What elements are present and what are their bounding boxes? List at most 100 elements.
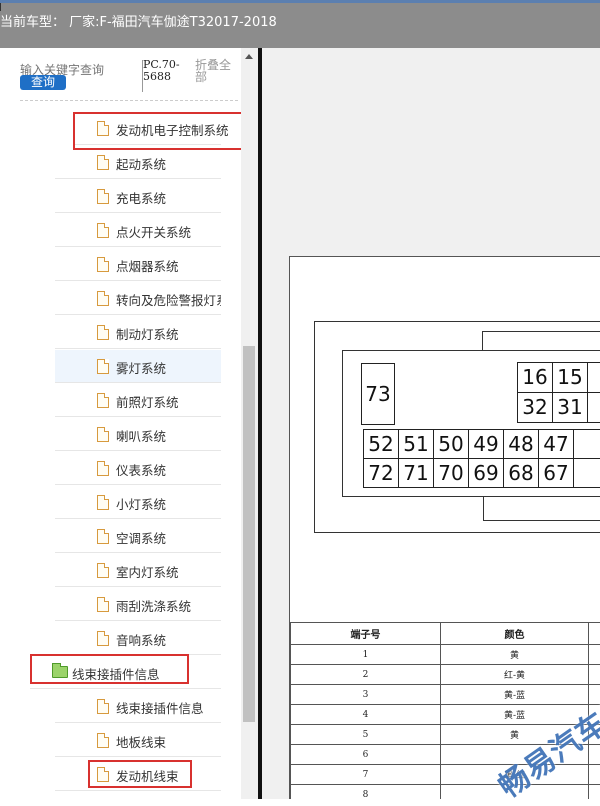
pc-code-label: PC.70-5688 bbox=[143, 59, 189, 83]
tree-item-label: 雨刮洗涤系统 bbox=[116, 596, 191, 615]
tree-item-starting[interactable]: 起动系统 bbox=[55, 146, 221, 179]
connector-pin-partial bbox=[573, 429, 600, 459]
document-icon bbox=[97, 223, 109, 238]
tree-item-label: 音响系统 bbox=[116, 630, 166, 649]
table-row: 8 - - bbox=[291, 785, 600, 800]
tree-item-label: 喇叭系统 bbox=[116, 426, 166, 445]
tree-item-audio[interactable]: 音响系统 bbox=[55, 622, 221, 655]
table-cell: 点 bbox=[589, 665, 600, 685]
connector-pin: 15 bbox=[552, 362, 588, 393]
tree-item-cigarette-lighter[interactable]: 点烟器系统 bbox=[55, 248, 221, 281]
tree-item-label: 空调系统 bbox=[116, 528, 166, 547]
table-cell: 4 bbox=[291, 705, 441, 725]
tree-item-air-conditioning[interactable]: 空调系统 bbox=[55, 520, 221, 553]
column-header-terminal: 端子号 bbox=[291, 623, 441, 645]
table-cell: 黄 bbox=[441, 645, 589, 665]
document-icon bbox=[97, 427, 109, 442]
connector-pin: 31 bbox=[552, 392, 588, 423]
tree-item-fog-light[interactable]: 雾灯系统 bbox=[55, 350, 221, 383]
annotation-box-engine-ecu bbox=[73, 112, 258, 150]
connector-pin: 16 bbox=[517, 362, 553, 393]
tree-item-headlight[interactable]: 前照灯系统 bbox=[55, 384, 221, 417]
table-cell: 7 bbox=[291, 765, 441, 785]
tree-item-turn-hazard[interactable]: 转向及危险警报灯系统 bbox=[55, 282, 221, 315]
tree-item-label: 线束接插件信息 bbox=[116, 698, 204, 717]
document-icon bbox=[97, 189, 109, 204]
window-corner-mark bbox=[0, 3, 4, 11]
table-cell: 黄-蓝 bbox=[441, 685, 589, 705]
annotation-box-harness-folder bbox=[30, 654, 189, 684]
connector-pin: 32 bbox=[517, 392, 553, 423]
tree-item-label: 小灯系统 bbox=[116, 494, 166, 513]
document-icon bbox=[97, 155, 109, 170]
connector-pin: 51 bbox=[398, 429, 434, 459]
current-vehicle-label: 当前车型： 厂家:F-福田汽车伽途T32017-2018 bbox=[0, 11, 277, 30]
document-icon bbox=[97, 291, 109, 306]
tree-item-harness-connector-info[interactable]: 线束接插件信息 bbox=[55, 690, 221, 723]
tree-item-label: 仪表系统 bbox=[116, 460, 166, 479]
collapse-all-link[interactable]: 折叠全部 bbox=[195, 59, 239, 83]
tree-item-label: 起动系统 bbox=[116, 154, 166, 173]
table-cell: IC bbox=[589, 645, 600, 665]
tree-item-small-light[interactable]: 小灯系统 bbox=[55, 486, 221, 519]
table-cell: 2 bbox=[291, 665, 441, 685]
column-header-color: 颜色 bbox=[441, 623, 589, 645]
connector-pin: 71 bbox=[398, 458, 434, 488]
connector-pin: 69 bbox=[468, 458, 504, 488]
tree-item-label: 点烟器系统 bbox=[116, 256, 179, 275]
connector-pin: 47 bbox=[538, 429, 574, 459]
table-header-row: 端子号 颜色 bbox=[291, 623, 600, 645]
tree-item-charging[interactable]: 充电系统 bbox=[55, 180, 221, 213]
toolbar-separator bbox=[20, 100, 238, 101]
document-icon bbox=[97, 631, 109, 646]
connector-pin: 52 bbox=[363, 429, 399, 459]
sidebar-tree-panel: 查询 PC.70-5688 折叠全部 发动机电子控制系统 起动系统 充电系统 点… bbox=[0, 48, 258, 799]
connector-pin-partial bbox=[587, 362, 600, 393]
table-cell: 1 bbox=[291, 645, 441, 665]
table-row: 3 黄-蓝 点 bbox=[291, 685, 600, 705]
tree-item-wiper-washer[interactable]: 雨刮洗涤系统 bbox=[55, 588, 221, 621]
document-page: 73 16 15 32 31 52 51 50 49 48 47 72 71 7… bbox=[289, 256, 600, 799]
tree-item-brake-light[interactable]: 制动灯系统 bbox=[55, 316, 221, 349]
document-icon bbox=[97, 529, 109, 544]
scroll-up-arrow-icon[interactable] bbox=[245, 54, 253, 59]
connector-tab bbox=[483, 497, 600, 521]
annotation-box-engine-harness bbox=[88, 760, 192, 788]
document-icon bbox=[97, 563, 109, 578]
tree-item-label: 地板线束 bbox=[116, 732, 166, 751]
table-cell: - bbox=[589, 785, 600, 800]
table-cell: 红-黄 bbox=[441, 665, 589, 685]
tree-item-instrument[interactable]: 仪表系统 bbox=[55, 452, 221, 485]
connector-pin: 68 bbox=[503, 458, 539, 488]
document-icon bbox=[97, 257, 109, 272]
document-icon bbox=[97, 359, 109, 374]
table-cell: 接 bbox=[589, 765, 600, 785]
tree-item-label: 制动灯系统 bbox=[116, 324, 179, 343]
tree-item-interior-light[interactable]: 室内灯系统 bbox=[55, 554, 221, 587]
table-row: 1 黄 IC bbox=[291, 645, 600, 665]
tree-item-label: 点火开关系统 bbox=[116, 222, 191, 241]
tree-item-label: 前照灯系统 bbox=[116, 392, 179, 411]
table-cell: 6 bbox=[291, 745, 441, 765]
column-header-function bbox=[589, 623, 600, 645]
connector-pin: 67 bbox=[538, 458, 574, 488]
query-button[interactable]: 查询 bbox=[20, 75, 66, 90]
scrollbar-thumb[interactable] bbox=[243, 346, 255, 722]
table-row: 2 红-黄 点 bbox=[291, 665, 600, 685]
document-icon bbox=[97, 393, 109, 408]
table-row: 4 黄-蓝 进 bbox=[291, 705, 600, 725]
connector-pin: 50 bbox=[433, 429, 469, 459]
document-icon bbox=[97, 597, 109, 612]
connector-pin: 73 bbox=[361, 363, 395, 425]
document-icon bbox=[97, 461, 109, 476]
tree-item-ignition-switch[interactable]: 点火开关系统 bbox=[55, 214, 221, 247]
connector-pin: 48 bbox=[503, 429, 539, 459]
sidebar-scrollbar[interactable] bbox=[241, 48, 258, 799]
tree-item-horn[interactable]: 喇叭系统 bbox=[55, 418, 221, 451]
document-icon bbox=[97, 699, 109, 714]
title-bar: 当前车型： 厂家:F-福田汽车伽途T32017-2018 bbox=[0, 0, 600, 48]
tree-item-floor-harness[interactable]: 地板线束 bbox=[55, 724, 221, 757]
table-cell: 5 bbox=[291, 725, 441, 745]
document-icon bbox=[97, 495, 109, 510]
connector-pin: 70 bbox=[433, 458, 469, 488]
